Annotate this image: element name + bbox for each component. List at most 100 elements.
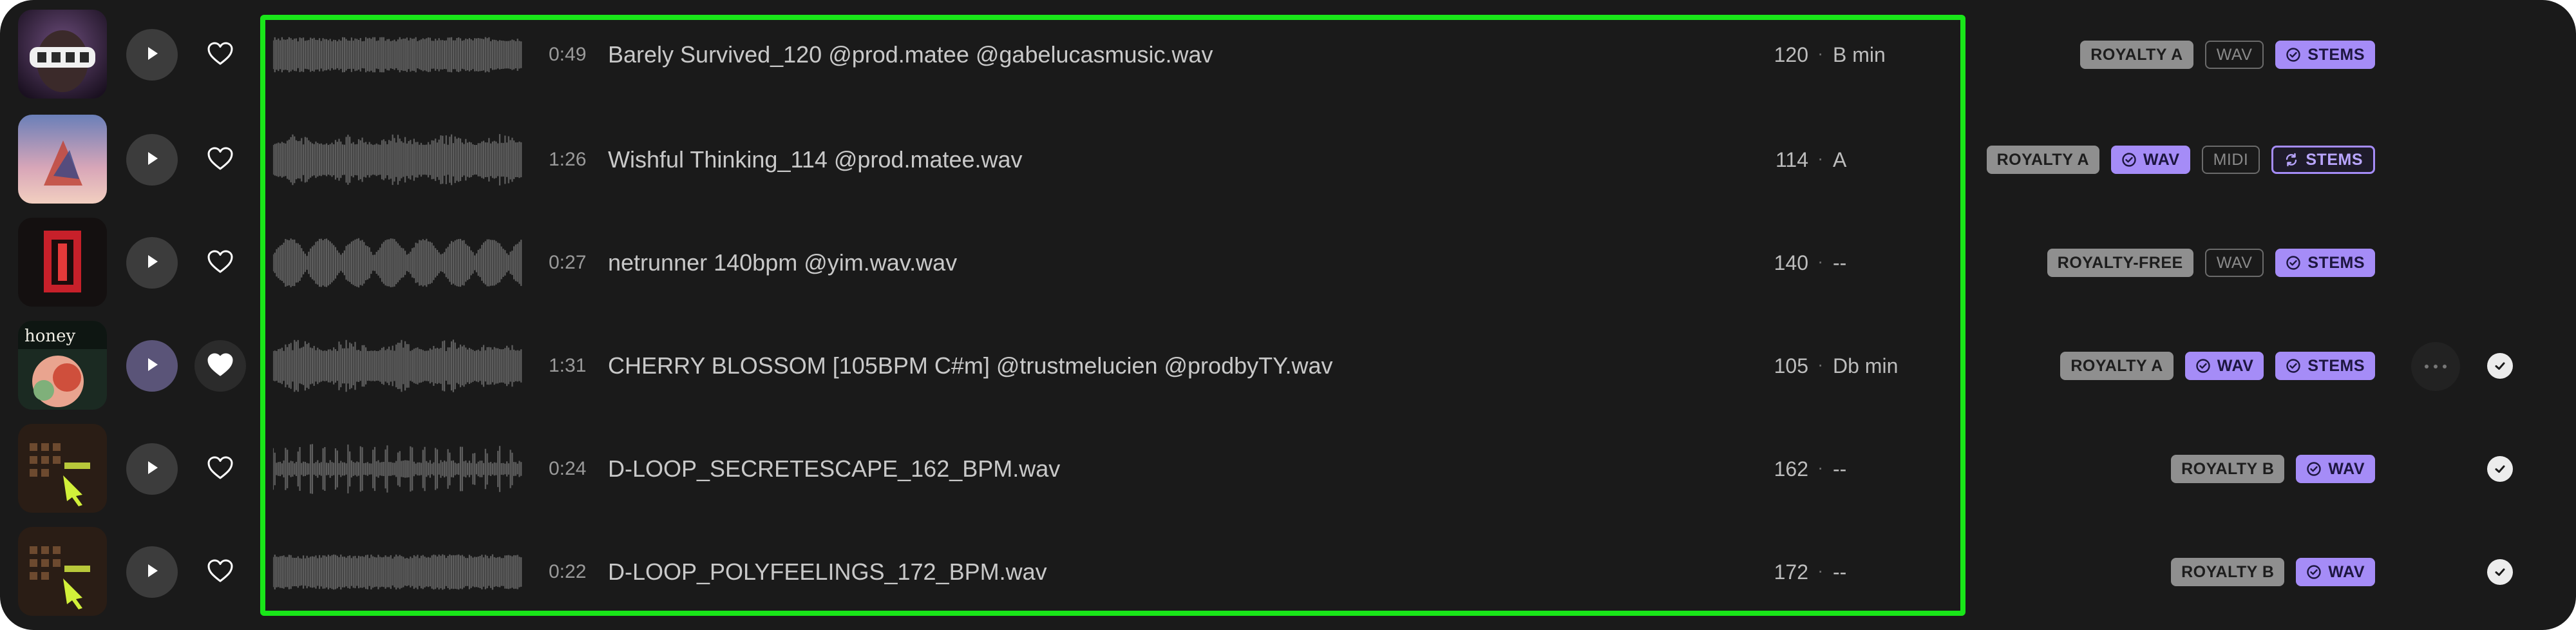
tag-stems[interactable]: STEMS [2275,249,2375,277]
track-title[interactable]: netrunner 140bpm @yim.wav.wav [608,208,957,318]
meta-separator: · [1817,251,1824,271]
waveform[interactable] [272,128,523,192]
play-button[interactable] [126,134,178,186]
tag-stems[interactable]: STEMS [2275,352,2375,380]
tag-royalty-b[interactable]: ROYALTY B [2171,455,2285,483]
play-button[interactable] [126,340,178,392]
tag-wav[interactable]: WAV [2111,146,2190,174]
check-circle-icon [2306,461,2322,477]
waveform[interactable] [272,23,523,87]
like-button[interactable] [194,340,246,392]
meta-separator: · [1817,354,1824,374]
cover-art[interactable] [18,424,107,513]
track-list: 0:49 Barely Survived_120 @prod.matee @gab… [0,0,2576,630]
track-row[interactable]: 0:24 D-LOOP_SECRETESCAPE_162_BPM.wav 162 · -… [0,414,2576,517]
play-button[interactable] [126,237,178,289]
svg-text:honey: honey [24,327,76,346]
check-circle-icon [2286,47,2301,62]
play-button[interactable] [126,443,178,495]
track-title[interactable]: D-LOOP_SECRETESCAPE_162_BPM.wav [608,414,1060,524]
more-dot [2425,365,2429,368]
tag-label: STEMS [2307,45,2365,64]
tag-label: ROYALTY-FREE [2057,253,2183,272]
tag-label: WAV [2217,356,2254,375]
tag-wav[interactable]: WAV [2296,455,2375,483]
heart-icon [206,146,234,175]
cover-art[interactable] [18,115,107,204]
track-title[interactable]: CHERRY BLOSSOM [105BPM C#m] @trustmeluci… [608,311,1333,421]
track-row[interactable]: 0:49 Barely Survived_120 @prod.matee @gab… [0,0,2576,103]
tag-stems[interactable]: STEMS [2275,41,2375,69]
more-dot [2434,365,2438,368]
tag-label: ROYALTY A [1996,150,2089,169]
tag-wav[interactable]: WAV [2204,249,2264,277]
tag-royalty-free[interactable]: ROYALTY-FREE [2047,249,2193,277]
tag-royalty-a[interactable]: ROYALTY A [1986,146,2099,174]
license-tags: ROYALTY-FREE WAV STEMS [2047,208,2375,318]
play-button[interactable] [126,546,178,598]
track-row[interactable]: 1:26 Wishful Thinking_114 @prod.matee.wav… [0,105,2576,208]
like-button[interactable] [194,443,246,495]
cover-art[interactable]: honey [18,321,107,410]
tag-wav[interactable]: WAV [2204,41,2264,69]
play-icon [142,561,162,584]
more-options-button[interactable] [2411,342,2460,391]
track-duration: 0:49 [549,44,587,65]
tag-label: WAV [2328,562,2365,581]
like-button[interactable] [194,134,246,186]
play-button[interactable] [126,29,178,81]
tag-royalty-b[interactable]: ROYALTY B [2171,558,2285,586]
tag-label: WAV [2216,45,2253,64]
waveform[interactable] [272,437,523,501]
like-button[interactable] [194,546,246,598]
track-key: -- [1833,457,1847,481]
tag-midi[interactable]: MIDI [2201,146,2260,174]
play-icon [142,458,162,481]
tag-royalty-a[interactable]: ROYALTY A [2060,352,2174,380]
like-button[interactable] [194,29,246,81]
track-duration: 1:26 [549,149,587,170]
like-button[interactable] [194,237,246,289]
tag-royalty-a[interactable]: ROYALTY A [2080,41,2193,69]
cover-art[interactable] [18,10,107,99]
play-icon [142,44,162,66]
track-title[interactable]: Barely Survived_120 @prod.matee @gabeluc… [608,0,1213,110]
play-icon [142,252,162,274]
license-tags: ROYALTY B WAV [2171,414,2375,524]
waveform[interactable] [272,540,523,604]
track-bpm: 114 [1775,148,1808,171]
waveform[interactable] [272,231,523,295]
heart-icon [206,352,234,381]
downloaded-check-icon [2487,559,2513,585]
meta-separator: · [1817,457,1824,477]
tag-label: ROYALTY B [2181,562,2275,581]
track-key: -- [1833,251,1847,274]
track-title[interactable]: D-LOOP_POLYFEELINGS_172_BPM.wav [608,517,1047,627]
check-circle-icon [2306,564,2322,580]
tag-label: WAV [2328,459,2365,478]
track-key: B min [1833,43,1886,66]
tag-wav[interactable]: WAV [2296,558,2375,586]
track-duration: 1:31 [549,355,587,376]
tag-stems[interactable]: STEMS [2271,146,2375,174]
track-row[interactable]: honey 1:31 CHERRY BLOSSOM [105BPM C#m] @tr… [0,311,2576,414]
check-circle-icon [2121,152,2137,167]
track-title[interactable]: Wishful Thinking_114 @prod.matee.wav [608,105,1023,215]
license-tags: ROYALTY A WAV MIDI STEMS [1986,105,2375,215]
track-row[interactable]: 0:27 netrunner 140bpm @yim.wav.wav 140 · -- R… [0,208,2576,311]
track-row[interactable]: 0:22 D-LOOP_POLYFEELINGS_172_BPM.wav 172 · -… [0,517,2576,620]
tag-label: WAV [2143,150,2180,169]
waveform[interactable] [272,334,523,398]
loop-icon [2284,152,2299,167]
cover-art[interactable] [18,218,107,307]
tag-wav[interactable]: WAV [2184,352,2264,380]
track-key: A [1833,148,1847,171]
tag-label: STEMS [2306,150,2363,169]
track-bpm: 120 [1774,43,1808,66]
tag-label: ROYALTY B [2181,459,2275,478]
check-circle-icon [2286,358,2301,374]
play-icon [142,355,162,377]
heart-icon [206,249,234,278]
meta-separator: · [1817,148,1824,168]
cover-art[interactable] [18,527,107,616]
